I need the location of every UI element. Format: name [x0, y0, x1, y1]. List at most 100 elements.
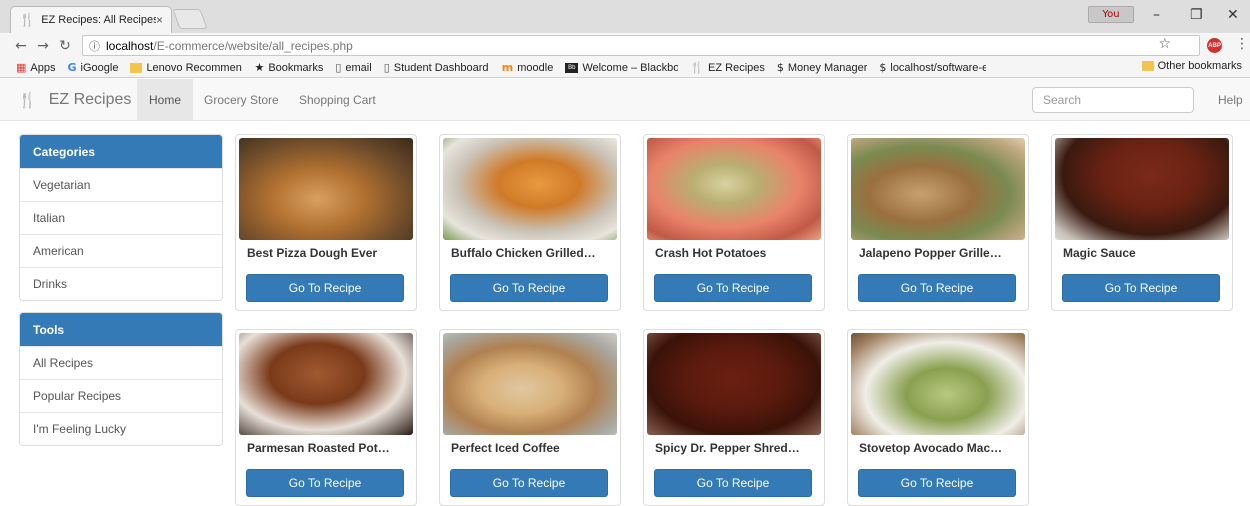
apps-icon: ▦: [16, 61, 27, 74]
recipe-name: Crash Hot Potatoes: [655, 246, 767, 260]
folder-icon: [1141, 61, 1154, 71]
utensils-icon: 🍴: [18, 91, 37, 109]
new-tab-button[interactable]: [172, 9, 208, 29]
recipe-image[interactable]: [443, 138, 617, 240]
nav-help[interactable]: Help: [1218, 79, 1243, 121]
recipe-image[interactable]: [239, 333, 413, 435]
recipe-image[interactable]: [851, 333, 1025, 435]
nav-shopping-cart[interactable]: Shopping Cart: [287, 79, 388, 121]
page-icon: ▯: [335, 61, 342, 74]
nav-home[interactable]: Home: [137, 79, 194, 121]
bookmark-localhost[interactable]: $ localhost/software-en: [879, 61, 986, 74]
bookmark-star-icon[interactable]: ☆: [1158, 36, 1171, 52]
recipe-card: Magic Sauce Go To Recipe: [1051, 134, 1233, 311]
recipe-image[interactable]: [443, 333, 617, 435]
site-brand[interactable]: 🍴 EZ Recipes: [18, 79, 131, 121]
recipe-name: Jalapeno Popper Grille…: [859, 246, 1002, 260]
page-icon: ▯: [383, 61, 390, 74]
folder-icon: [130, 62, 143, 73]
bookmark-email[interactable]: ▯ email: [335, 61, 371, 74]
recipe-image[interactable]: [239, 138, 413, 240]
adblock-icon[interactable]: ABP: [1207, 38, 1222, 53]
recipe-card: Jalapeno Popper Grille… Go To Recipe: [847, 134, 1029, 311]
category-vegetarian[interactable]: Vegetarian: [20, 168, 222, 201]
info-icon[interactable]: ⓘ: [89, 38, 100, 54]
address-bar[interactable]: ⓘ localhost/E-commerce/website/all_recip…: [82, 35, 1200, 56]
go-to-recipe-button[interactable]: Go To Recipe: [858, 274, 1016, 302]
recipe-card: Spicy Dr. Pepper Shred… Go To Recipe: [643, 329, 825, 506]
window-close-icon[interactable]: ✕: [1227, 7, 1239, 23]
profile-button[interactable]: You: [1088, 6, 1134, 23]
bookmark-money-manager[interactable]: $ Money Manager: [777, 61, 868, 74]
bookmark-bookmarks[interactable]: ★ Bookmarks: [254, 61, 323, 74]
bookmark-ez-recipes[interactable]: 🍴 EZ Recipes: [690, 61, 765, 74]
go-to-recipe-button[interactable]: Go To Recipe: [654, 274, 812, 302]
category-american[interactable]: American: [20, 234, 222, 267]
category-italian[interactable]: Italian: [20, 201, 222, 234]
moodle-icon: m: [501, 61, 514, 74]
recipe-name: Buffalo Chicken Grilled…: [451, 246, 596, 260]
other-bookmarks[interactable]: Other bookmarks: [1141, 60, 1242, 72]
brand-label: EZ Recipes: [48, 91, 132, 108]
categories-heading: Categories: [20, 135, 222, 168]
tool-popular-recipes[interactable]: Popular Recipes: [20, 379, 222, 412]
utensils-icon: 🍴: [690, 61, 705, 74]
recipe-card: Best Pizza Dough Ever Go To Recipe: [235, 134, 417, 311]
browser-toolbar: ← → ↻ ⓘ localhost/E-commerce/website/all…: [0, 33, 1250, 58]
search-input[interactable]: [1032, 87, 1194, 113]
category-drinks[interactable]: Drinks: [20, 267, 222, 300]
go-to-recipe-button[interactable]: Go To Recipe: [450, 469, 608, 497]
go-to-recipe-button[interactable]: Go To Recipe: [858, 469, 1016, 497]
back-icon[interactable]: ←: [10, 38, 32, 54]
blackboard-icon: Bb: [565, 62, 579, 73]
tools-heading: Tools: [20, 313, 222, 346]
reload-icon[interactable]: ↻: [54, 38, 76, 54]
star-icon: ★: [254, 61, 265, 74]
forward-icon[interactable]: →: [32, 38, 54, 54]
go-to-recipe-button[interactable]: Go To Recipe: [1062, 274, 1220, 302]
recipe-card: Crash Hot Potatoes Go To Recipe: [643, 134, 825, 311]
tools-panel: Tools All Recipes Popular Recipes I'm Fe…: [19, 312, 223, 446]
bookmark-moodle[interactable]: m moodle: [502, 61, 554, 74]
go-to-recipe-button[interactable]: Go To Recipe: [246, 469, 404, 497]
recipe-card: Parmesan Roasted Pot… Go To Recipe: [235, 329, 417, 506]
tab-title: EZ Recipes: All Recipes: [41, 14, 156, 26]
tool-all-recipes[interactable]: All Recipes: [20, 346, 222, 379]
bookmark-student-dashboard[interactable]: ▯ Student Dashboard H: [384, 61, 490, 74]
dollar-icon: $: [776, 61, 784, 74]
site-navbar: 🍴 EZ Recipes Home Grocery Store Shopping…: [0, 79, 1250, 121]
menu-icon[interactable]: ⋮: [1235, 36, 1249, 52]
recipe-card: Perfect Iced Coffee Go To Recipe: [439, 329, 621, 506]
url-host: localhost: [106, 38, 154, 53]
dollar-icon: $: [879, 61, 887, 74]
recipe-card: Stovetop Avocado Mac… Go To Recipe: [847, 329, 1029, 506]
recipe-name: Best Pizza Dough Ever: [247, 246, 378, 260]
bookmarks-bar: ▦Apps GiGoogle Lenovo Recommende ★Bookma…: [0, 58, 1250, 78]
close-icon[interactable]: ×: [156, 13, 163, 27]
url-path: /E-commerce/website/all_recipes.php: [153, 38, 353, 53]
go-to-recipe-button[interactable]: Go To Recipe: [246, 274, 404, 302]
browser-tabstrip: 🍴 EZ Recipes: All Recipes × You – ❐ ✕: [0, 0, 1250, 33]
recipe-name: Parmesan Roasted Pot…: [247, 441, 390, 455]
recipe-name: Stovetop Avocado Mac…: [859, 441, 1003, 455]
bookmark-apps[interactable]: ▦ Apps: [16, 61, 55, 74]
restore-icon[interactable]: ❐: [1190, 7, 1203, 23]
bookmark-blackboard[interactable]: BbWelcome – Blackboar: [565, 62, 678, 74]
minimize-icon[interactable]: –: [1153, 7, 1160, 23]
recipe-image[interactable]: [1055, 138, 1229, 240]
recipe-image[interactable]: [647, 138, 821, 240]
recipe-name: Magic Sauce: [1063, 246, 1136, 260]
tool-feeling-lucky[interactable]: I'm Feeling Lucky: [20, 412, 222, 445]
recipe-name: Perfect Iced Coffee: [451, 441, 560, 455]
nav-grocery-store[interactable]: Grocery Store: [192, 79, 291, 121]
browser-tab[interactable]: 🍴 EZ Recipes: All Recipes ×: [10, 6, 172, 33]
recipe-image[interactable]: [647, 333, 821, 435]
utensils-icon: 🍴: [19, 12, 36, 28]
google-icon: G: [67, 61, 77, 74]
bookmark-igoogle[interactable]: GiGoogle: [67, 61, 118, 74]
recipe-image[interactable]: [851, 138, 1025, 240]
recipe-name: Spicy Dr. Pepper Shred…: [655, 441, 800, 455]
go-to-recipe-button[interactable]: Go To Recipe: [450, 274, 608, 302]
bookmark-lenovo[interactable]: Lenovo Recommende: [130, 62, 242, 74]
go-to-recipe-button[interactable]: Go To Recipe: [654, 469, 812, 497]
